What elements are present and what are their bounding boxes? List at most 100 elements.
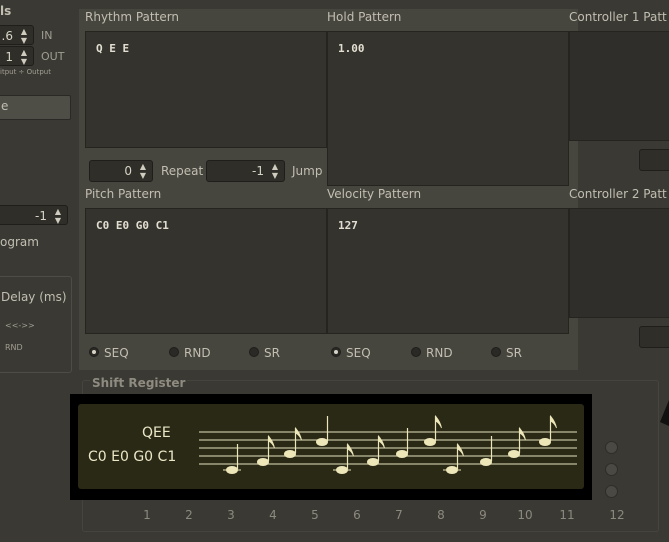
arrow-icon — [660, 400, 669, 426]
notes-group — [223, 414, 557, 474]
velocity-rnd-radio[interactable] — [411, 347, 421, 357]
step-number: 9 — [479, 508, 487, 522]
controller1-title: Controller 1 Patt — [569, 10, 667, 24]
delay-rnd-label[interactable]: RND — [5, 343, 23, 352]
in-label: IN — [41, 29, 53, 42]
step-number: 8 — [437, 508, 445, 522]
spin-down-icon[interactable]: ▼ — [52, 216, 64, 225]
shift-register-led[interactable] — [605, 463, 618, 476]
spin-up-icon[interactable]: ▲ — [137, 162, 149, 171]
pitch-rnd-radio[interactable] — [169, 347, 179, 357]
step-number: 10 — [517, 508, 533, 522]
pitch-sr-label[interactable]: SR — [264, 346, 280, 360]
velocity-sr-label[interactable]: SR — [506, 346, 522, 360]
velocity-seq-radio[interactable] — [331, 347, 341, 357]
step-number: 2 — [185, 508, 193, 522]
note-flag — [347, 442, 354, 457]
controller2-editor[interactable] — [569, 208, 669, 318]
jump-label: Jump — [292, 164, 323, 178]
note-head — [508, 450, 520, 458]
io-caption: itput ÷ Output — [0, 68, 51, 76]
velocity-rnd-label[interactable]: RND — [426, 346, 453, 360]
spin-down-icon[interactable]: ▼ — [18, 36, 30, 45]
pitch-sr-radio[interactable] — [249, 347, 259, 357]
step-number: 1 — [143, 508, 151, 522]
delay-label: Delay (ms) — [1, 290, 67, 304]
spin-up-icon[interactable]: ▲ — [269, 162, 281, 171]
note-head — [284, 450, 296, 458]
delay-arrows-label[interactable]: <<->> — [5, 321, 35, 330]
note-head — [336, 466, 348, 474]
note-head — [539, 438, 551, 446]
repeat-label: Repeat — [161, 164, 204, 178]
out-label: OUT — [41, 50, 65, 63]
step-number: 12 — [609, 508, 625, 522]
step-number: 6 — [353, 508, 361, 522]
note-flag — [457, 442, 464, 457]
spin-down-icon[interactable]: ▼ — [18, 57, 30, 66]
step-number: 7 — [395, 508, 403, 522]
music-staff — [199, 414, 577, 474]
input-channel-spinbox[interactable]: .6 ▲ ▼ — [0, 25, 34, 45]
velocity-pattern-title: Velocity Pattern — [327, 187, 422, 201]
controller1-dropdown[interactable] — [639, 149, 669, 171]
output-channel-spinbox[interactable]: 1 ▲ ▼ — [0, 46, 34, 66]
rhythm-pattern-title: Rhythm Pattern — [85, 10, 180, 24]
left-panel-button-label: e — [1, 99, 9, 113]
note-head — [480, 458, 492, 466]
spin-down-icon[interactable]: ▼ — [137, 171, 149, 180]
repeat-value: 0 — [124, 164, 132, 178]
velocity-sr-radio[interactable] — [491, 347, 501, 357]
note-head — [446, 466, 458, 474]
controller1-editor[interactable] — [569, 31, 669, 141]
controller2-dropdown[interactable] — [639, 326, 669, 348]
note-flag — [295, 426, 302, 441]
step-number: 5 — [311, 508, 319, 522]
velocity-pattern-editor[interactable]: 127 — [327, 208, 569, 334]
pitch-seq-label[interactable]: SEQ — [104, 346, 129, 360]
spin-up-icon[interactable]: ▲ — [18, 27, 30, 36]
pitch-rnd-label[interactable]: RND — [184, 346, 211, 360]
pitch-pattern-title: Pitch Pattern — [85, 187, 162, 201]
velocity-seq-label[interactable]: SEQ — [346, 346, 371, 360]
program-spinbox[interactable]: -1 ▲ ▼ — [0, 205, 68, 225]
pitch-pattern-editor[interactable]: C0 E0 G0 C1 — [85, 208, 327, 334]
left-panel-button[interactable]: e — [0, 95, 71, 120]
pattern-preview-tooltip: QEE C0 E0 G0 C1 — [70, 394, 592, 500]
jump-spinbox[interactable]: -1 ▲ ▼ — [206, 160, 285, 182]
shift-register-title: Shift Register — [90, 376, 188, 390]
note-head — [257, 458, 269, 466]
step-number: 4 — [269, 508, 277, 522]
shift-register-numbers: 1 2 3 4 5 6 7 8 9 10 11 12 — [137, 508, 637, 524]
note-flag — [378, 434, 385, 449]
note-head — [396, 450, 408, 458]
shift-register-led[interactable] — [605, 485, 618, 498]
repeat-spinbox[interactable]: 0 ▲ ▼ — [89, 160, 153, 182]
hold-pattern-title: Hold Pattern — [327, 10, 402, 24]
step-number: 3 — [227, 508, 235, 522]
note-flag — [519, 426, 526, 441]
step-number: 11 — [559, 508, 575, 522]
controller2-title: Controller 2 Patt — [569, 187, 667, 201]
program-label: ogram — [0, 235, 39, 249]
rhythm-pattern-editor[interactable]: Q E E — [85, 31, 327, 148]
program-value: -1 — [35, 209, 47, 223]
hold-pattern-editor[interactable]: 1.00 — [327, 31, 569, 186]
note-head — [226, 466, 238, 474]
delay-group: Delay (ms) <<->> RND — [0, 276, 72, 373]
note-flag — [550, 414, 557, 429]
shift-register-led[interactable] — [605, 441, 618, 454]
note-flag — [435, 414, 442, 429]
output-channel-value: 1 — [5, 50, 13, 64]
spin-down-icon[interactable]: ▼ — [269, 171, 281, 180]
spin-up-icon[interactable]: ▲ — [52, 207, 64, 216]
left-panel-title: ls — [0, 4, 12, 18]
note-head — [424, 438, 436, 446]
note-head — [367, 458, 379, 466]
jump-value: -1 — [252, 164, 264, 178]
note-flag — [268, 434, 275, 449]
note-head — [316, 438, 328, 446]
input-channel-value: .6 — [1, 29, 13, 43]
pitch-seq-radio[interactable] — [89, 347, 99, 357]
spin-up-icon[interactable]: ▲ — [18, 48, 30, 57]
